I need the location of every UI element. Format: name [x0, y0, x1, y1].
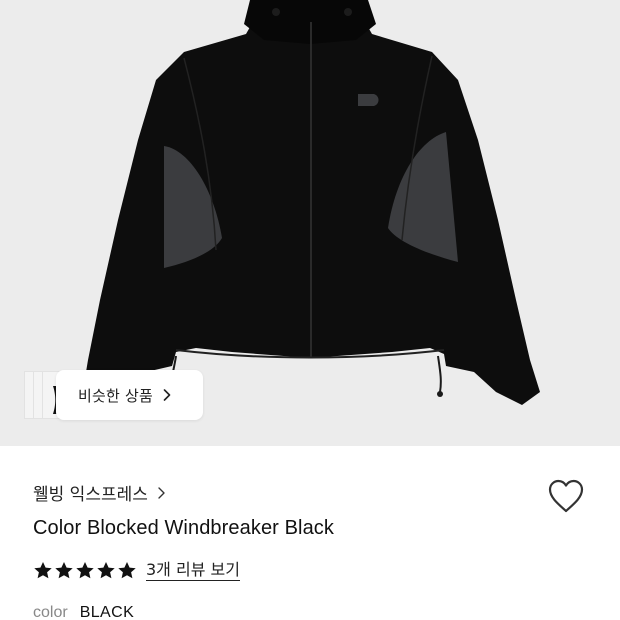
brand-name: 웰빙 익스프레스 — [33, 485, 148, 505]
star-filled-icon — [34, 562, 52, 579]
star-filled-icon — [76, 562, 94, 579]
heart-outline-icon[interactable] — [547, 478, 585, 514]
chevron-right-icon — [163, 389, 171, 401]
star-filled-icon — [97, 562, 115, 579]
star-filled-icon — [118, 562, 136, 579]
similar-items-button[interactable]: 비슷한 상품 — [56, 370, 203, 420]
star-filled-icon — [55, 562, 73, 579]
color-value: BLACK — [79, 604, 135, 620]
star-rating — [33, 561, 138, 580]
color-label: color — [33, 604, 68, 620]
product-title: Color Blocked Windbreaker Black — [33, 517, 335, 539]
review-link[interactable]: 3개 리뷰 보기 — [146, 560, 240, 581]
color-info: color BLACK — [33, 604, 134, 620]
similar-items-label: 비슷한 상품 — [78, 386, 153, 405]
chevron-right-icon — [158, 486, 165, 499]
brand-link[interactable]: 웰빙 익스프레스 — [33, 480, 165, 505]
rating-row: 3개 리뷰 보기 — [33, 560, 240, 581]
